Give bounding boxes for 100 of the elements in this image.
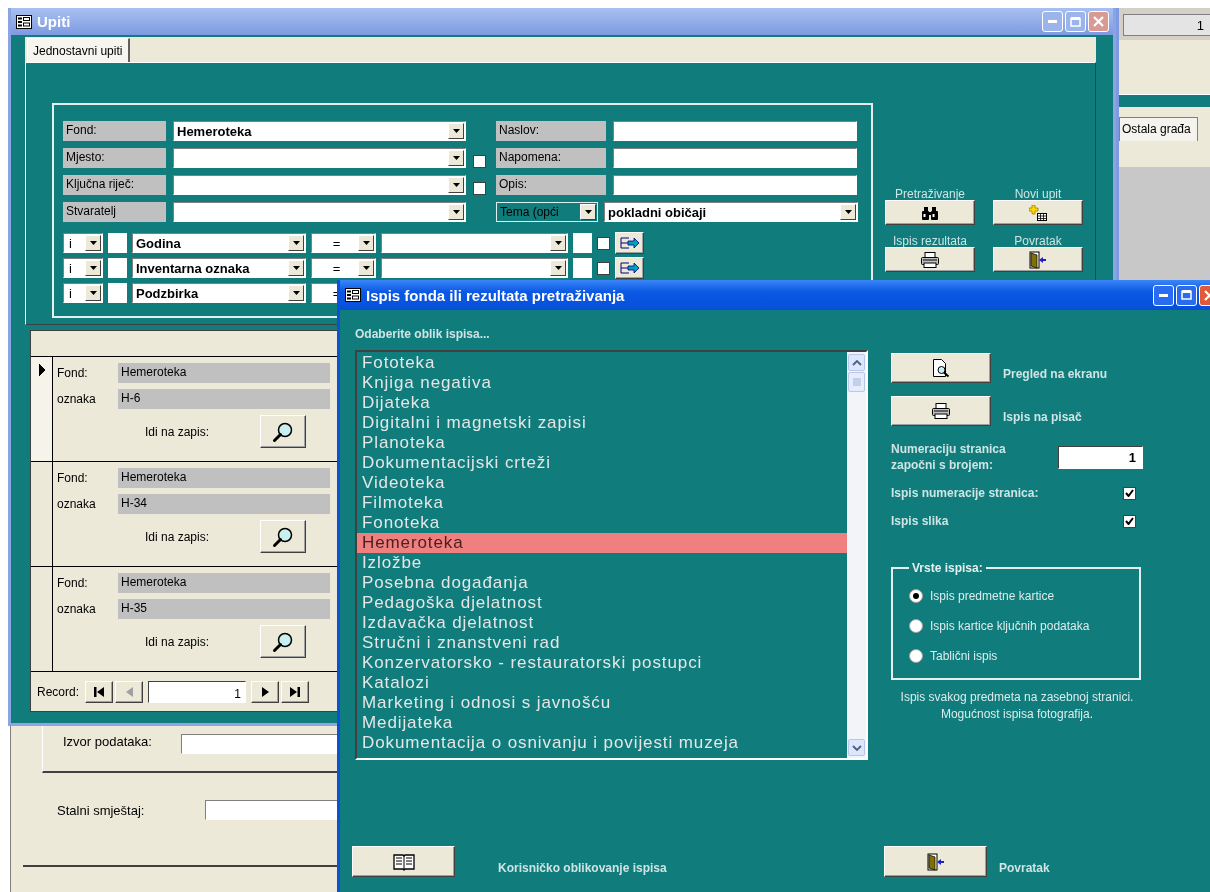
radio-button[interactable]: [909, 589, 923, 603]
dropdown-field[interactable]: i: [63, 233, 103, 253]
list-item[interactable]: Fototeka: [357, 353, 847, 373]
checkbox[interactable]: [1123, 514, 1136, 528]
new-query-button[interactable]: [993, 200, 1083, 225]
list-item[interactable]: Dokumentacijski crteži: [357, 453, 847, 473]
list-item[interactable]: Dokumentacija o osnivanju i povijesti muzeja: [357, 733, 847, 753]
dropdown-field[interactable]: Podzbirka: [132, 283, 306, 303]
back-button[interactable]: [884, 846, 987, 877]
go-to-record-button[interactable]: [260, 625, 306, 658]
dropdown-field[interactable]: [381, 258, 568, 278]
list-item[interactable]: Digitalni i magnetski zapisi: [357, 413, 847, 433]
custom-layout-button[interactable]: [352, 846, 455, 877]
dropdown-field[interactable]: [381, 233, 568, 253]
text-field[interactable]: [108, 283, 127, 303]
list-item[interactable]: Marketing i odnosi s javnošću: [357, 693, 847, 713]
minimize-icon: [1159, 293, 1168, 297]
search-button[interactable]: [885, 200, 975, 225]
dropdown-field[interactable]: pokladni običaji: [604, 202, 858, 222]
checkbox[interactable]: [1123, 486, 1136, 500]
start-page-field[interactable]: 1: [1058, 445, 1143, 469]
dropdown-field[interactable]: =: [311, 258, 376, 278]
list-item[interactable]: Pedagoška djelatnost: [357, 593, 847, 613]
number-field[interactable]: 1: [1123, 14, 1210, 36]
go-to-record-button[interactable]: [260, 520, 306, 553]
text-field[interactable]: [613, 121, 857, 141]
print-button[interactable]: [891, 396, 991, 426]
tab[interactable]: Ostala građa: [1119, 117, 1198, 141]
text-field[interactable]: [108, 233, 127, 253]
text-field[interactable]: [108, 258, 127, 278]
back-button[interactable]: [993, 247, 1083, 272]
list-item[interactable]: Posebna događanja: [357, 573, 847, 593]
checkbox[interactable]: [473, 181, 486, 195]
list-item[interactable]: Konzervatorsko - restauratorski postupci: [357, 653, 847, 673]
list-item[interactable]: Izdavačka djelatnost: [357, 613, 847, 633]
text-field[interactable]: [573, 258, 592, 278]
radio-button[interactable]: [909, 619, 923, 633]
dropdown-field[interactable]: [173, 202, 466, 222]
checkmark-icon: [1125, 489, 1134, 497]
list-item[interactable]: Filmoteka: [357, 493, 847, 513]
text-field[interactable]: [613, 148, 857, 168]
form-icon: [16, 14, 32, 29]
caret-icon: [89, 241, 97, 245]
field-value: Hemeroteka: [118, 468, 330, 488]
add-condition-button[interactable]: [615, 257, 644, 279]
field-label: oznaka: [57, 497, 97, 511]
caret-icon: [292, 241, 300, 245]
checkmark-icon: [1125, 517, 1134, 525]
dropdown-field[interactable]: Godina: [132, 233, 306, 253]
print-button[interactable]: [885, 247, 975, 272]
dropdown-field[interactable]: =: [311, 233, 376, 253]
add-condition-button[interactable]: [615, 232, 644, 254]
dropdown-field[interactable]: Tema (opći: [496, 202, 598, 222]
go-to-record-button[interactable]: [260, 415, 306, 448]
list-item[interactable]: Fonoteka: [357, 513, 847, 533]
list-item[interactable]: Medijateka: [357, 713, 847, 733]
record-number-field[interactable]: 1: [148, 681, 247, 703]
list-item[interactable]: Izložbe: [357, 553, 847, 573]
window-title: Upiti: [37, 13, 71, 30]
caret-icon: [292, 291, 300, 295]
list-arrow-icon: [619, 235, 640, 251]
list-item[interactable]: Knjiga negativa: [357, 373, 847, 393]
minimize-button[interactable]: [1153, 284, 1174, 306]
binoculars-icon: [922, 205, 938, 220]
dropdown-field[interactable]: Inventarna oznaka: [132, 258, 306, 278]
list-item[interactable]: Stručni i znanstveni rad: [357, 633, 847, 653]
record-selector[interactable]: [31, 357, 53, 461]
field-label: Naslov:: [496, 121, 606, 141]
maximize-button[interactable]: [1176, 284, 1197, 306]
next-record-button[interactable]: [251, 681, 280, 703]
radio-button[interactable]: [909, 649, 923, 663]
list-item[interactable]: Hemeroteka: [357, 533, 847, 553]
list-item[interactable]: Katalozi: [357, 673, 847, 693]
door-arrow-icon: [1029, 250, 1047, 269]
button-caption: Povratak: [1013, 235, 1063, 247]
checkbox[interactable]: [597, 261, 610, 275]
text-field[interactable]: [613, 175, 857, 195]
dropdown-field[interactable]: [173, 148, 466, 168]
field-label: Mjesto:: [63, 148, 166, 168]
tab[interactable]: Jednostavni upiti: [27, 38, 131, 62]
checkbox[interactable]: [597, 236, 610, 250]
list-item[interactable]: Planoteka: [357, 433, 847, 453]
preview-button[interactable]: [891, 353, 991, 383]
scroll-up-icon: [851, 359, 862, 366]
dropdown-field[interactable]: i: [63, 283, 103, 303]
text-field[interactable]: [573, 233, 592, 253]
list-item[interactable]: Videoteka: [357, 473, 847, 493]
checkbox[interactable]: [473, 154, 486, 168]
list-arrow-icon: [619, 260, 640, 276]
first-record-button[interactable]: [85, 681, 114, 703]
button-caption: Pretraživanje: [894, 188, 966, 200]
dropdown-field[interactable]: i: [63, 258, 103, 278]
previous-record-icon: [125, 687, 133, 697]
previous-record-button[interactable]: [115, 681, 144, 703]
magnifier-icon: [272, 525, 294, 548]
dropdown-field[interactable]: [173, 175, 466, 195]
field-value: Hemeroteka: [118, 363, 330, 383]
list-item[interactable]: Dijateka: [357, 393, 847, 413]
dropdown-field[interactable]: Hemeroteka: [173, 121, 466, 141]
last-record-button[interactable]: [281, 681, 310, 703]
